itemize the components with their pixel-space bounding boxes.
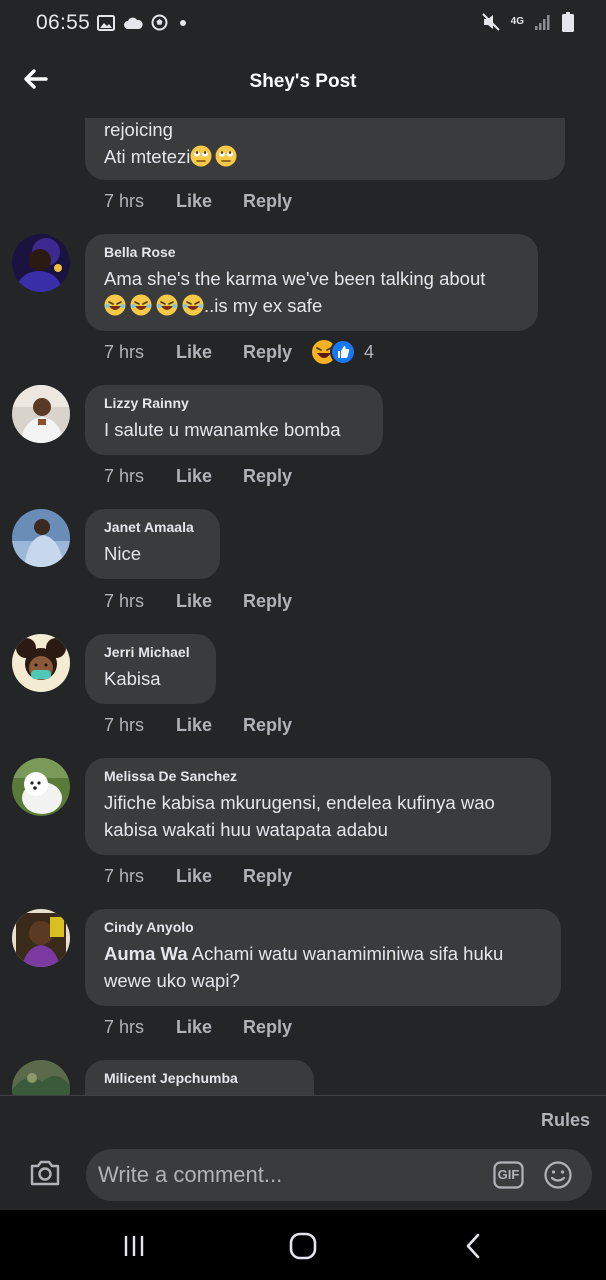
comment-author[interactable]: Bella Rose — [104, 244, 520, 260]
comment-actions: 7 hrs Like Reply — [104, 715, 292, 736]
avatar[interactable] — [12, 234, 70, 292]
comment-author[interactable]: Milicent Jepchumba — [104, 1070, 296, 1086]
gif-button[interactable]: GIF — [493, 1161, 524, 1189]
home-icon[interactable] — [287, 1230, 319, 1262]
comment-text-line: kabisa wakati huu watapata adabu — [104, 819, 388, 840]
comment-text-line: rejoicing — [104, 119, 173, 140]
rolling-eyes-emoji — [190, 145, 212, 167]
gallery-icon — [97, 14, 115, 31]
comment-text-line: Ama she's the karma we've been talking a… — [104, 268, 486, 289]
comment-bubble: rejoicing Ati mtetezi — [85, 118, 565, 180]
status-bar: 06:55 4G — [0, 0, 606, 46]
comment-text-line: wewe uko wapi? — [104, 970, 240, 991]
comment-text-line: Auma Wa Achami watu wanamiminiwa sifa hu… — [104, 943, 504, 964]
reaction-count: 4 — [364, 341, 375, 362]
like-button[interactable]: Like — [176, 715, 243, 736]
mute-icon — [481, 13, 500, 31]
comment-author[interactable]: Lizzy Rainny — [104, 395, 365, 411]
camera-icon[interactable] — [28, 1156, 62, 1190]
comments-list[interactable]: rejoicing Ati mtetezi 7 hrs Like Reply B… — [0, 118, 606, 1095]
reactions-summary[interactable]: 4 — [310, 338, 374, 366]
rolling-eyes-emoji — [215, 145, 237, 167]
reply-button[interactable]: Reply — [243, 342, 292, 363]
network-label: 4G — [510, 16, 524, 27]
comment-time: 7 hrs — [104, 715, 145, 735]
comment-actions: 7 hrs Like Reply — [104, 1017, 292, 1038]
comment-text-line: Jifiche kabisa mkurugensi, endelea kufin… — [104, 792, 495, 813]
comment-input[interactable] — [98, 1149, 488, 1201]
comment-author[interactable]: Janet Amaala — [104, 519, 202, 535]
avatar[interactable] — [12, 509, 70, 567]
like-button[interactable]: Like — [176, 191, 243, 212]
comment-text-line: ..is my ex safe — [104, 292, 520, 319]
comment-text-line: Ati mtetezi — [104, 143, 547, 170]
system-nav-bar — [0, 1210, 606, 1280]
recent-apps-icon[interactable] — [118, 1230, 150, 1262]
gif-label: GIF — [497, 1167, 520, 1182]
rofl-emoji — [156, 294, 178, 316]
rofl-emoji — [130, 294, 152, 316]
footer-divider — [0, 1095, 606, 1096]
comment-time: 7 hrs — [104, 191, 145, 211]
comment-author[interactable]: Cindy Anyolo — [104, 919, 543, 935]
avatar[interactable] — [12, 758, 70, 816]
like-button[interactable]: Like — [176, 866, 243, 887]
rules-link[interactable]: Rules — [541, 1110, 590, 1131]
reply-button[interactable]: Reply — [243, 191, 292, 212]
comment-actions: 7 hrs Like Reply — [104, 591, 292, 612]
like-button[interactable]: Like — [176, 591, 243, 612]
comment-bubble: Janet Amaala Nice — [85, 509, 220, 579]
cloud-icon — [124, 17, 143, 29]
comment-bubble: Melissa De Sanchez Jifiche kabisa mkurug… — [85, 758, 551, 855]
comment-time: 7 hrs — [104, 591, 145, 611]
signal-icon — [535, 15, 550, 30]
soccer-ball-icon — [151, 14, 168, 31]
comment-composer: GIF — [86, 1149, 592, 1201]
reply-button[interactable]: Reply — [243, 866, 292, 887]
comment-bubble: Bella Rose Ama she's the karma we've bee… — [85, 234, 538, 331]
comment-time: 7 hrs — [104, 466, 145, 486]
comment-actions: 7 hrs Like Reply — [104, 466, 292, 487]
back-nav-icon[interactable] — [458, 1230, 490, 1262]
rofl-emoji — [182, 294, 204, 316]
comment-text: Kabisa — [104, 668, 161, 689]
comment-time: 7 hrs — [104, 866, 145, 886]
comment-time: 7 hrs — [104, 1017, 145, 1037]
comment-text: Nice — [104, 543, 142, 564]
reply-button[interactable]: Reply — [243, 591, 292, 612]
page-title: Shey's Post — [249, 71, 357, 92]
like-button[interactable]: Like — [176, 1017, 243, 1038]
app-header: Shey's Post — [0, 46, 606, 118]
avatar[interactable] — [12, 909, 70, 967]
reply-button[interactable]: Reply — [243, 715, 292, 736]
comment-actions: 7 hrs Like Reply — [104, 866, 292, 887]
avatar[interactable] — [12, 1060, 70, 1095]
comment-bubble: Jerri Michael Kabisa — [85, 634, 216, 704]
battery-icon — [562, 12, 574, 32]
comment-bubble: Milicent Jepchumba — [85, 1060, 314, 1095]
comment-actions: 7 hrs Like Reply — [104, 342, 292, 363]
comment-bubble: Cindy Anyolo Auma Wa Achami watu wanamim… — [85, 909, 561, 1006]
comment-text: I salute u mwanamke bomba — [104, 419, 341, 440]
reply-button[interactable]: Reply — [243, 1017, 292, 1038]
avatar[interactable] — [12, 634, 70, 692]
mention-link[interactable]: Auma Wa — [104, 943, 188, 964]
comment-actions: 7 hrs Like Reply — [104, 191, 292, 212]
like-button[interactable]: Like — [176, 466, 243, 487]
avatar[interactable] — [12, 385, 70, 443]
dot-icon — [180, 19, 186, 26]
like-button[interactable]: Like — [176, 342, 243, 363]
like-reaction-icon — [330, 339, 356, 365]
reply-button[interactable]: Reply — [243, 466, 292, 487]
rofl-emoji — [104, 294, 126, 316]
comment-author[interactable]: Jerri Michael — [104, 644, 198, 660]
comment-author[interactable]: Melissa De Sanchez — [104, 768, 533, 784]
emoji-icon[interactable] — [543, 1160, 573, 1190]
comment-bubble: Lizzy Rainny I salute u mwanamke bomba — [85, 385, 383, 455]
comment-time: 7 hrs — [104, 342, 145, 362]
status-time: 06:55 — [36, 11, 91, 34]
